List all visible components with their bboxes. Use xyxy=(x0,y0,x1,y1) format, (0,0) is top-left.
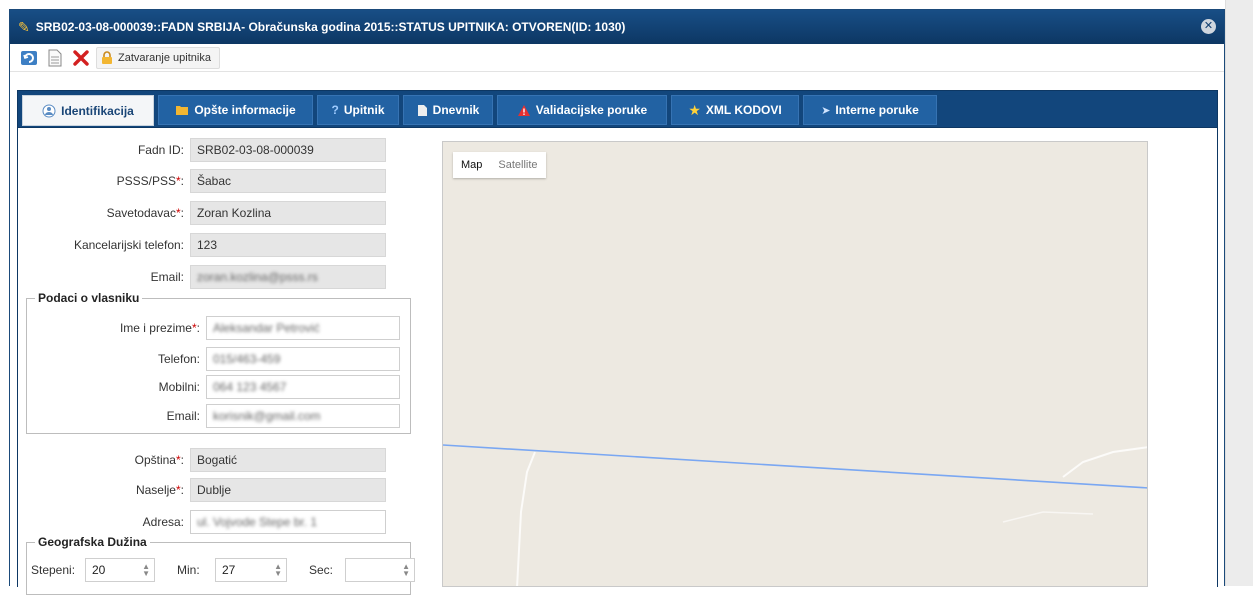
delete-button[interactable] xyxy=(70,47,92,69)
tab-identifikacija[interactable]: Identifikacija xyxy=(22,95,154,126)
tab-upitnik[interactable]: ? Upitnik xyxy=(317,95,399,125)
stepper-arrows-icon[interactable]: ▲ ▼ xyxy=(402,563,410,578)
map-type-control: Map Satellite xyxy=(453,152,546,178)
questionnaire-window: ✎ SRB02-03-08-000039::FADN SRBIJA- Obrač… xyxy=(9,9,1225,595)
close-window-button[interactable]: ✕ xyxy=(1201,19,1216,34)
document-icon xyxy=(417,104,427,116)
municipality-row: Opština*: Bogatić xyxy=(18,448,386,472)
stepper-arrows-icon[interactable]: ▲ ▼ xyxy=(274,563,282,578)
tab-dnevnik[interactable]: Dnevnik xyxy=(403,95,493,125)
degrees-stepper[interactable]: 20 ▲ ▼ xyxy=(85,558,155,582)
owner-email-field[interactable]: korisnik@gmail.com xyxy=(206,404,400,428)
fadn-id-row: Fadn ID: SRB02-03-08-000039 xyxy=(18,138,386,162)
owner-phone-field[interactable]: 015/463-459 xyxy=(206,347,400,371)
settlement-label: Naselje*: xyxy=(135,483,184,497)
message-icon: ➤ xyxy=(821,104,831,117)
toolbar: Zatvaranje upitnika xyxy=(10,44,1224,72)
minutes-label: Min: xyxy=(177,563,200,577)
warning-icon xyxy=(517,104,530,116)
settlement-field[interactable]: Dublje xyxy=(190,478,386,502)
star-icon: ★ xyxy=(688,101,701,118)
seconds-stepper[interactable]: ▲ ▼ xyxy=(345,558,415,582)
tab-xml-kodovi[interactable]: ★ XML KODOVI xyxy=(671,95,799,125)
map-type-satellite-button[interactable]: Satellite xyxy=(490,159,545,171)
owner-mobile-label: Mobilni: xyxy=(158,380,200,394)
tab-label: Opšte informacije xyxy=(194,103,296,117)
minutes-stepper[interactable]: 27 ▲ ▼ xyxy=(215,558,287,582)
tab-label: XML KODOVI xyxy=(705,103,782,117)
owner-email-label: Email: xyxy=(166,409,200,423)
owner-email-row: Email: korisnik@gmail.com xyxy=(18,404,400,428)
owner-name-label: Ime i prezime*: xyxy=(119,321,200,335)
settlement-row: Naselje*: Dublje xyxy=(18,478,386,502)
close-questionnaire-button[interactable]: Zatvaranje upitnika xyxy=(96,46,220,69)
fadn-id-field[interactable]: SRB02-03-08-000039 xyxy=(190,138,386,162)
longitude-row: Stepeni: 20 ▲ ▼ Min: 27 ▲ ▼ Sec: ▲ ▼ xyxy=(31,558,415,582)
document-button[interactable] xyxy=(44,47,66,69)
lock-icon xyxy=(102,50,112,64)
tab-label: Interne poruke xyxy=(835,103,919,117)
owner-mobile-field[interactable]: 064 123 4567 xyxy=(206,375,400,399)
psss-label: PSSS/PSS*: xyxy=(116,174,184,188)
tab-interne-poruke[interactable]: ➤ Interne poruke xyxy=(803,95,937,125)
map-roads xyxy=(443,444,1147,586)
tab-label: Identifikacija xyxy=(61,103,134,118)
tab-label: Dnevnik xyxy=(432,103,480,117)
owner-name-row: Ime i prezime*: Aleksandar Petrović xyxy=(18,316,400,340)
refresh-button[interactable] xyxy=(18,47,40,69)
identification-panel: Fadn ID: SRB02-03-08-000039 PSSS/PSS*: Š… xyxy=(17,128,1218,595)
savetodavac-row: Savetodavac*: Zoran Kozlina xyxy=(18,201,386,225)
window-title: SRB02-03-08-000039::FADN SRBIJA- Obračun… xyxy=(35,20,626,34)
people-icon xyxy=(42,104,56,117)
municipality-label: Opština*: xyxy=(134,453,184,467)
tab-bar: Identifikacija Opšte informacije ? Upitn… xyxy=(17,90,1218,128)
email-label: Email: xyxy=(150,270,184,284)
owner-phone-label: Telefon: xyxy=(157,352,200,366)
psss-row: PSSS/PSS*: Šabac xyxy=(18,169,386,193)
email-row: Email: zoran.kozlina@psss.rs xyxy=(18,265,386,289)
page-scroll-strip xyxy=(1225,0,1253,586)
folder-icon xyxy=(176,106,189,115)
email-field[interactable]: zoran.kozlina@psss.rs xyxy=(190,265,386,289)
address-field[interactable]: ul. Vojvode Stepe br. 1 xyxy=(190,510,386,534)
longitude-legend: Geografska Dužina xyxy=(38,535,147,549)
office-phone-label: Kancelarijski telefon: xyxy=(73,238,184,252)
question-icon: ? xyxy=(331,103,339,117)
psss-field[interactable]: Šabac xyxy=(190,169,386,193)
tab-label: Validacijske poruke xyxy=(535,103,648,117)
stepper-arrows-icon[interactable]: ▲ ▼ xyxy=(142,563,150,578)
refresh-icon xyxy=(21,50,37,65)
address-row: Adresa: ul. Vojvode Stepe br. 1 xyxy=(18,510,386,534)
close-questionnaire-label: Zatvaranje upitnika xyxy=(118,51,211,64)
degrees-label: Stepeni: xyxy=(31,563,76,577)
tab-opste-informacije[interactable]: Opšte informacije xyxy=(158,95,313,125)
office-phone-field[interactable]: 123 xyxy=(190,233,386,257)
office-phone-row: Kancelarijski telefon: 123 xyxy=(18,233,386,257)
municipality-field[interactable]: Bogatić xyxy=(190,448,386,472)
document-icon xyxy=(48,49,62,66)
savetodavac-field[interactable]: Zoran Kozlina xyxy=(190,201,386,225)
pencil-icon: ✎ xyxy=(18,18,30,35)
map-view[interactable]: Map Satellite xyxy=(442,141,1148,587)
owner-name-field[interactable]: Aleksandar Petrović xyxy=(206,316,400,340)
tab-validacijske-poruke[interactable]: Validacijske poruke xyxy=(497,95,667,125)
address-label: Adresa: xyxy=(142,515,184,529)
owner-legend: Podaci o vlasniku xyxy=(38,291,140,305)
savetodavac-label: Savetodavac*: xyxy=(106,206,184,220)
fadn-id-label: Fadn ID: xyxy=(137,143,184,157)
red-x-icon xyxy=(73,49,89,66)
window-titlebar: ✎ SRB02-03-08-000039::FADN SRBIJA- Obrač… xyxy=(10,10,1224,44)
seconds-label: Sec: xyxy=(309,563,334,577)
owner-mobile-row: Mobilni: 064 123 4567 xyxy=(18,375,400,399)
owner-phone-row: Telefon: 015/463-459 xyxy=(18,347,400,371)
map-type-map-button[interactable]: Map xyxy=(453,159,490,171)
tab-label: Upitnik xyxy=(343,103,385,117)
